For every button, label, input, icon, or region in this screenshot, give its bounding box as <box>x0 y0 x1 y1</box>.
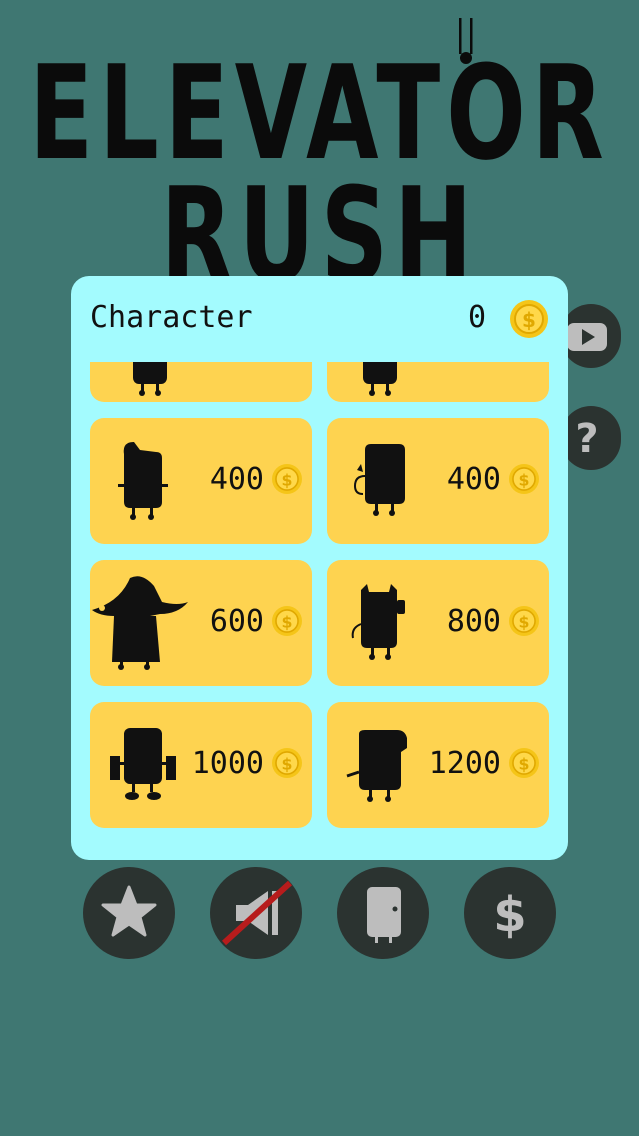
character-silhouette-icon <box>353 444 405 516</box>
character-card[interactable] <box>327 362 549 402</box>
coin-icon: $ <box>509 748 539 778</box>
sound-toggle-button[interactable] <box>210 867 302 959</box>
svg-text:?: ? <box>575 416 598 462</box>
character-card[interactable] <box>90 362 312 402</box>
elevator-rope-icon <box>459 18 473 64</box>
svg-text:$: $ <box>519 754 530 773</box>
help-button[interactable]: ? <box>561 406 621 470</box>
character-card[interactable]: 1000 $ <box>90 702 312 828</box>
youtube-button[interactable] <box>561 304 621 368</box>
star-icon <box>101 885 157 937</box>
panel-header: Character 0 $ <box>71 276 568 362</box>
character-door-icon <box>367 887 401 943</box>
character-price: 1000 <box>191 746 264 781</box>
character-card[interactable]: 400 $ <box>327 418 549 544</box>
character-silhouette-icon <box>351 584 405 660</box>
svg-text:$: $ <box>282 470 293 489</box>
character-price: 400 <box>209 462 264 497</box>
character-select-button[interactable] <box>337 867 429 959</box>
character-card[interactable]: 400 $ <box>90 418 312 544</box>
character-panel: Character 0 $ 400 $ 400 $ 600 $ 800 $ 10… <box>71 276 568 860</box>
svg-text:$: $ <box>282 754 293 773</box>
character-grid[interactable]: 400 $ 400 $ 600 $ 800 $ 1000 $ 1200 $ <box>71 362 568 860</box>
rate-button[interactable] <box>83 867 175 959</box>
coin-icon: $ <box>510 300 548 338</box>
character-price: 400 <box>446 462 501 497</box>
character-silhouette-icon <box>346 730 407 802</box>
youtube-icon <box>567 323 607 351</box>
svg-text:$: $ <box>519 612 530 631</box>
witch-character-icon <box>92 576 188 670</box>
dollar-icon: $ <box>493 887 526 943</box>
character-card[interactable]: 1200 $ <box>327 702 549 828</box>
coin-icon: $ <box>509 464 539 494</box>
help-icon: ? <box>575 416 598 462</box>
sound-muted-icon <box>221 880 293 946</box>
character-card[interactable]: 600 $ <box>90 560 312 686</box>
svg-text:$: $ <box>493 887 526 943</box>
character-price: 800 <box>446 604 501 639</box>
svg-text:$: $ <box>282 612 293 631</box>
coin-icon: $ <box>509 606 539 636</box>
svg-text:$: $ <box>522 308 536 332</box>
character-card[interactable]: 800 $ <box>327 560 549 686</box>
svg-text:$: $ <box>519 470 530 489</box>
shop-button[interactable]: $ <box>464 867 556 959</box>
character-price: 600 <box>209 604 264 639</box>
robot-character-icon <box>110 728 176 800</box>
character-price: 1200 <box>428 746 501 781</box>
coin-icon: $ <box>272 748 302 778</box>
coin-count: 0 <box>467 300 486 335</box>
coin-icon: $ <box>272 464 302 494</box>
character-silhouette-icon <box>118 442 168 520</box>
panel-title: Character <box>90 300 253 335</box>
character-silhouette-icon <box>133 362 167 396</box>
coin-icon: $ <box>272 606 302 636</box>
character-silhouette-icon <box>363 362 397 396</box>
